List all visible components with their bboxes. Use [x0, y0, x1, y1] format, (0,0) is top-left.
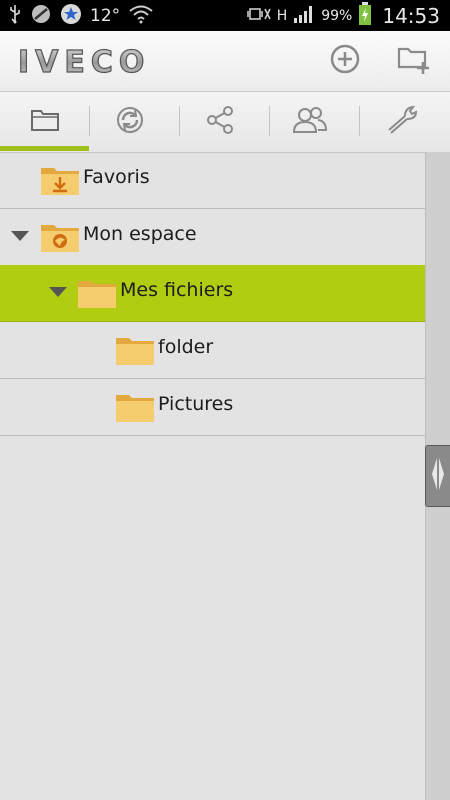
tree-item-label: Favoris: [83, 166, 150, 188]
app-header: IVECO: [0, 31, 450, 92]
folder-icon: [115, 391, 155, 427]
tab-files[interactable]: [0, 92, 90, 152]
panel-drag-handle[interactable]: [425, 445, 450, 507]
sync-icon: [114, 104, 146, 140]
silent-icon: [246, 4, 271, 28]
expanded-arrow-icon[interactable]: [49, 287, 67, 297]
expanded-arrow-icon[interactable]: [11, 231, 29, 241]
tree-item-mon-espace[interactable]: Mon espace: [0, 209, 425, 266]
contacts-icon: [292, 104, 328, 140]
tree-item-favoris[interactable]: Favoris: [0, 152, 425, 209]
add-button[interactable]: [325, 41, 365, 81]
active-tab-indicator: [0, 146, 89, 151]
plus-circle-icon: [329, 43, 361, 79]
tree-item-folder[interactable]: folder: [0, 322, 425, 379]
wifi-icon: [128, 4, 154, 28]
clock: 14:53: [382, 3, 440, 28]
tab-share[interactable]: [175, 92, 265, 152]
tree-item-label: folder: [158, 336, 214, 358]
star-icon: [60, 3, 82, 29]
folder-icon: [30, 108, 60, 136]
share-icon: [204, 104, 236, 140]
svg-text:IVECO: IVECO: [18, 45, 150, 80]
battery-charging-icon: [358, 1, 372, 30]
signal-icon: [293, 4, 315, 28]
folder-icon: [77, 277, 117, 313]
wrench-icon: [385, 104, 421, 140]
tree-item-label: Mes fichiers: [120, 279, 234, 301]
status-bar: 12° H 99% 14:53: [0, 0, 450, 31]
folder-tree: Favoris Mon espace Mes fichiers folder P…: [0, 152, 425, 800]
blocked-icon: [30, 3, 52, 29]
temperature: 12°: [90, 5, 121, 26]
iveco-logo: IVECO: [16, 41, 166, 85]
tree-item-mes-fichiers[interactable]: Mes fichiers: [0, 265, 425, 322]
tree-item-label: Mon espace: [83, 223, 197, 245]
space-folder-icon: [40, 221, 80, 257]
tab-settings[interactable]: [358, 92, 448, 152]
tab-sync[interactable]: [85, 92, 175, 152]
tree-item-label: Pictures: [158, 393, 234, 415]
tab-contacts[interactable]: [265, 92, 355, 152]
network-type: H: [276, 7, 288, 24]
battery-percent: 99%: [321, 7, 353, 24]
tree-item-pictures[interactable]: Pictures: [0, 379, 425, 436]
tab-bar: [0, 92, 450, 153]
new-folder-button[interactable]: [394, 41, 434, 81]
folder-icon: [115, 334, 155, 370]
favorites-folder-icon: [40, 164, 80, 200]
drag-handle-icon: [431, 454, 445, 498]
usb-icon: [8, 4, 22, 28]
folder-plus-icon: [396, 43, 432, 79]
